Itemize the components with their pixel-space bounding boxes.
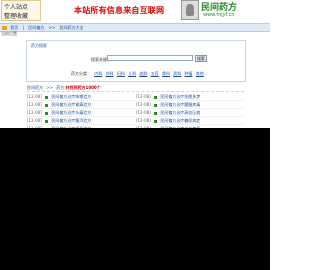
item-title-link[interactable]: 民间偏方治疗胃痛验方 bbox=[51, 102, 91, 107]
list-header: 民间药方 >> 药方 共找到药方1000个 bbox=[27, 84, 244, 92]
bullet-icon bbox=[154, 95, 158, 99]
bullet-icon bbox=[45, 103, 49, 107]
bullet-icon bbox=[154, 119, 158, 123]
category-link[interactable]: 妇科 bbox=[117, 71, 125, 76]
item-title-link[interactable]: 民间偏方治疗咳嗽验方 bbox=[51, 94, 91, 99]
logo-text-bottom: 整理收藏 bbox=[4, 13, 29, 20]
item-date: [12-08] bbox=[27, 94, 42, 99]
nav-remedy-collection[interactable]: 民间药方大全 bbox=[59, 25, 83, 30]
list-item: [12-08] 民间偏方治疗腹泻验方 bbox=[27, 117, 91, 124]
nav-home[interactable]: 首页 bbox=[10, 25, 18, 30]
category-link[interactable]: 儿科 bbox=[128, 71, 136, 76]
list-row: [12-08] 民间偏方治疗头痛验方 [12-08] 民间偏方治疗高血压病 bbox=[27, 109, 244, 117]
list-separator: >> bbox=[46, 85, 53, 90]
bullet-icon bbox=[45, 119, 49, 123]
search-button[interactable]: 搜索 bbox=[195, 55, 207, 62]
home-icon bbox=[2, 26, 7, 30]
nav-bar: 首页 | 民间偏方 >> 民间药方大全 bbox=[0, 23, 270, 32]
brand-url: www.mjyf.cn bbox=[203, 12, 235, 18]
list-item: [12-08] 民间偏方治疗胃痛验方 bbox=[27, 101, 91, 108]
search-input[interactable] bbox=[107, 55, 193, 61]
nav-folk-remedies[interactable]: 民间偏方 bbox=[28, 25, 44, 30]
bullet-icon bbox=[45, 95, 49, 99]
list-row: [12-08] 民间偏方治疗咳嗽验方 [12-08] 民间偏方治疗失眠多梦 bbox=[27, 93, 244, 101]
nav-separator: | bbox=[22, 25, 24, 30]
list-item: [12-08] 民间偏方治疗糖尿病症 bbox=[136, 117, 200, 124]
remedy-list: [12-08] 民间偏方治疗咳嗽验方 [12-08] 民间偏方治疗失眠多梦 [1… bbox=[27, 93, 244, 133]
site-logo[interactable]: 个人站点 整理收藏 bbox=[1, 0, 41, 21]
result-count: 共找到药方1000个 bbox=[65, 85, 101, 90]
category-link[interactable]: 外科 bbox=[106, 71, 114, 76]
list-item: [12-08] 民间偏方治疗头痛验方 bbox=[27, 109, 91, 116]
list-row: [12-08] 民间偏方治疗腹泻验方 [12-08] 民间偏方治疗糖尿病症 bbox=[27, 117, 244, 125]
item-date: [12-08] bbox=[136, 94, 151, 99]
category-link[interactable]: 五官 bbox=[151, 71, 159, 76]
item-date: [12-08] bbox=[136, 118, 151, 123]
logo-text-top: 个人站点 bbox=[4, 4, 29, 11]
list-item: [12-08] 民间偏方治疗腰腿疼痛 bbox=[136, 101, 200, 108]
bullet-icon bbox=[154, 111, 158, 115]
category-link[interactable]: 皮肤 bbox=[139, 71, 147, 76]
bullet-icon bbox=[154, 103, 158, 107]
category-link[interactable]: 其他 bbox=[196, 71, 204, 76]
list-breadcrumb[interactable]: 民间药方 bbox=[27, 85, 43, 90]
header-slogan: 本站所有信息来自互联网 bbox=[74, 6, 165, 15]
item-title-link[interactable]: 民间偏方治疗头痛验方 bbox=[51, 110, 91, 115]
list-item: [12-08] 民间偏方治疗咳嗽验方 bbox=[27, 93, 91, 100]
item-date: [12-08] bbox=[27, 110, 42, 115]
category-link[interactable]: 肿瘤 bbox=[185, 71, 193, 76]
list-item: [12-08] 民间偏方治疗高血压病 bbox=[136, 109, 200, 116]
item-title-link[interactable]: 民间偏方治疗腹泻验方 bbox=[51, 118, 91, 123]
portrait-icon bbox=[181, 0, 199, 20]
brand-logo[interactable]: 民间药方 www.mjyf.cn bbox=[181, 0, 269, 21]
nav-arrow: >> bbox=[48, 25, 56, 30]
item-date: [12-08] bbox=[27, 102, 42, 107]
item-title-link[interactable]: 民间偏方治疗高血压病 bbox=[160, 110, 200, 115]
bullet-icon bbox=[45, 111, 49, 115]
item-date: [12-08] bbox=[136, 110, 151, 115]
list-tag[interactable]: 药方 bbox=[56, 85, 64, 90]
category-row: 药方分类： 内科 外科 妇科 儿科 皮肤 五官 骨科 男科 肿瘤 其他 bbox=[71, 71, 206, 77]
footer-area bbox=[0, 128, 270, 270]
item-date: [12-08] bbox=[27, 118, 42, 123]
site-header: 个人站点 整理收藏 本站所有信息来自互联网 民间药方 www.mjyf.cn bbox=[0, 0, 270, 22]
item-date: [12-08] bbox=[136, 102, 151, 107]
category-link[interactable]: 骨科 bbox=[162, 71, 170, 76]
item-title-link[interactable]: 民间偏方治疗失眠多梦 bbox=[160, 94, 200, 99]
category-link[interactable]: 内科 bbox=[94, 71, 102, 76]
item-title-link[interactable]: 民间偏方治疗腰腿疼痛 bbox=[160, 102, 200, 107]
category-label: 药方分类： bbox=[71, 71, 91, 76]
location-label: 当前位置 bbox=[1, 31, 17, 36]
category-link[interactable]: 男科 bbox=[173, 71, 181, 76]
search-panel: 药方搜索 搜索关键字： 搜索 药方分类： 内科 外科 妇科 儿科 皮肤 五官 骨… bbox=[26, 40, 246, 82]
list-row: [12-08] 民间偏方治疗胃痛验方 [12-08] 民间偏方治疗腰腿疼痛 bbox=[27, 101, 244, 109]
list-item: [12-08] 民间偏方治疗失眠多梦 bbox=[136, 93, 200, 100]
search-panel-title: 药方搜索 bbox=[31, 43, 47, 48]
item-title-link[interactable]: 民间偏方治疗糖尿病症 bbox=[160, 118, 200, 123]
